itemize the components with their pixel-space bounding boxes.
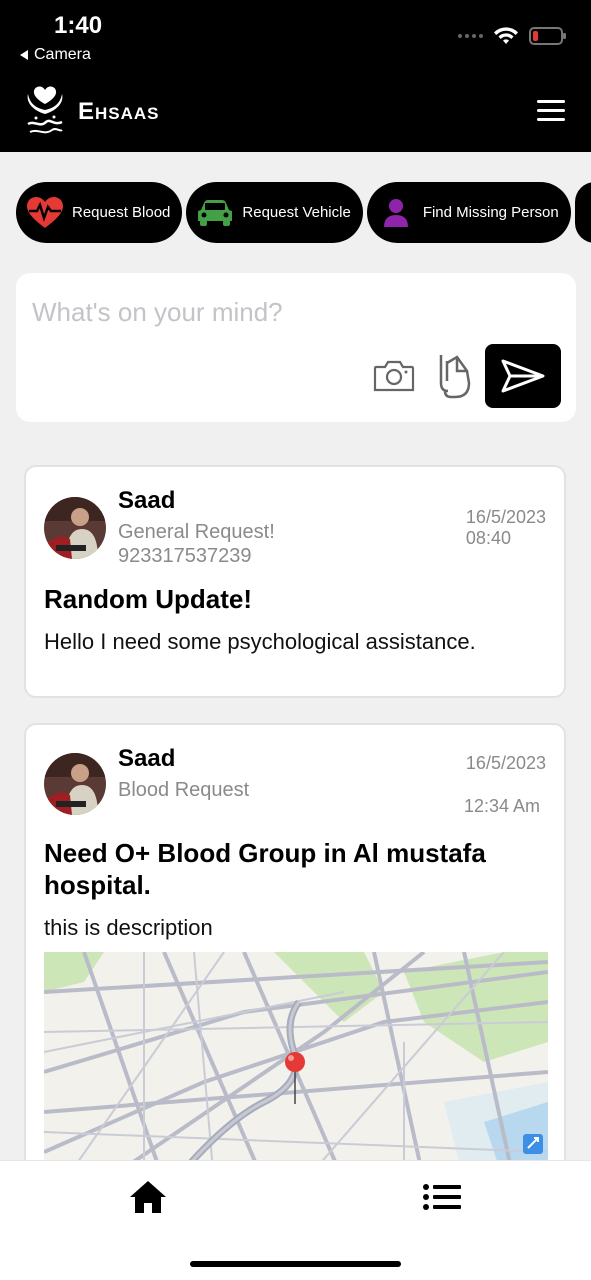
find-missing-person-chip[interactable]: Find Missing Person xyxy=(366,182,571,243)
signal-icon xyxy=(458,34,483,38)
chip-label: Find Missing Person xyxy=(422,204,559,221)
status-time: 1:40 xyxy=(54,12,103,39)
post-body: this is description xyxy=(44,915,213,940)
bottom-navigation xyxy=(0,1160,591,1280)
post-card[interactable]: Saad General Request! 923317537239 16/5/… xyxy=(24,465,566,698)
app-title: Ehsaas xyxy=(78,98,160,125)
send-icon xyxy=(501,359,545,393)
post-input[interactable]: What's on your mind? xyxy=(32,297,283,328)
request-type: Blood Request xyxy=(118,779,250,801)
ehsaas-logo-icon xyxy=(27,86,63,134)
post-time: 12:34 Am xyxy=(463,796,540,816)
car-icon xyxy=(196,194,234,232)
quick-actions: Request Blood Request Vehicle Find Missi… xyxy=(16,182,591,243)
post-title: Random Update! xyxy=(44,584,252,614)
request-vehicle-chip[interactable]: Request Vehicle xyxy=(186,182,363,243)
post-body: Hello I need some psychological assistan… xyxy=(44,629,476,654)
send-post-button[interactable] xyxy=(485,344,561,408)
attach-file-icon[interactable] xyxy=(433,353,473,399)
back-arrow-icon xyxy=(20,50,28,60)
avatar[interactable] xyxy=(44,497,106,559)
hamburger-menu-button[interactable] xyxy=(537,100,565,122)
heartbeat-icon xyxy=(26,194,64,232)
post-time-value: 08:40 xyxy=(465,528,511,548)
back-to-app-link[interactable]: Camera xyxy=(20,46,91,64)
post-date: 16/5/2023 08:40 xyxy=(466,507,546,549)
request-type: General Request! xyxy=(118,521,275,543)
author-name[interactable]: Saad xyxy=(118,487,175,515)
post-date: 16/5/2023 xyxy=(465,753,546,773)
status-indicators xyxy=(458,26,566,46)
list-icon[interactable] xyxy=(422,1183,462,1211)
back-app-label: Camera xyxy=(34,46,91,63)
location-map[interactable] xyxy=(44,952,548,1182)
home-icon[interactable] xyxy=(128,1179,168,1215)
home-indicator xyxy=(190,1261,401,1267)
person-icon xyxy=(377,194,415,232)
post-date-value: 16/5/2023 xyxy=(465,507,546,527)
post-title: Need O+ Blood Group in Al mustafa hospit… xyxy=(44,838,486,900)
more-chips-overflow[interactable] xyxy=(574,182,591,243)
post-card[interactable]: Saad Blood Request 16/5/2023 12:34 Am Ne… xyxy=(24,723,566,1193)
post-composer: What's on your mind? xyxy=(16,273,576,422)
phone-number[interactable]: 923317537239 xyxy=(118,545,251,568)
wifi-icon xyxy=(494,27,518,44)
battery-icon xyxy=(529,27,566,45)
request-blood-chip[interactable]: Request Blood xyxy=(16,182,183,243)
app-header: 1:40 Camera Ehsaas xyxy=(0,0,591,152)
chip-label: Request Blood xyxy=(72,204,171,221)
author-name[interactable]: Saad xyxy=(118,745,175,773)
menu-icon xyxy=(537,100,565,103)
camera-icon[interactable] xyxy=(373,359,415,393)
chip-label: Request Vehicle xyxy=(242,204,351,221)
avatar[interactable] xyxy=(44,753,106,815)
